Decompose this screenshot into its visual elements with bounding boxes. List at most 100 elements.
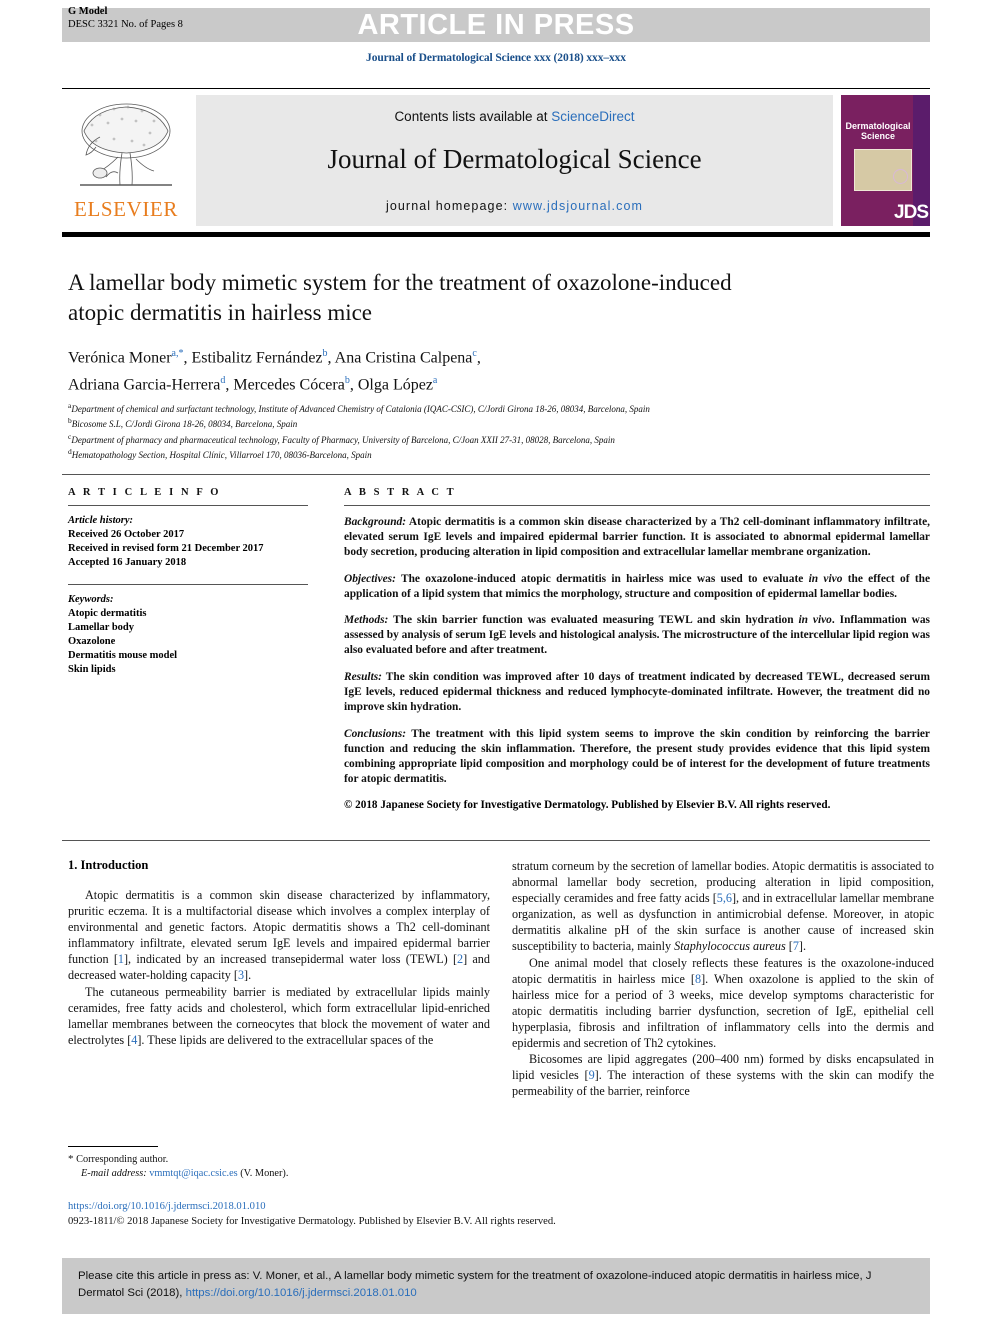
footnote-block: * Corresponding author. E-mail address: … [68, 1152, 498, 1181]
affiliation-item: bBicosome S.L, C/Jordi Girona 18-26, 080… [68, 415, 930, 430]
affiliation-item: aDepartment of chemical and surfactant t… [68, 400, 930, 415]
keywords-divider [68, 584, 308, 585]
keywords-label: Keywords: [68, 594, 114, 605]
abstract-paragraph: Objectives: The oxazolone-induced atopic… [344, 572, 930, 602]
abstract-paragraph: Results: The skin condition was improved… [344, 670, 930, 715]
sciencedirect-link[interactable]: ScienceDirect [551, 109, 634, 124]
affiliation-text: Bicosome S.L, C/Jordi Girona 18-26, 0803… [71, 419, 298, 430]
article-info-divider [68, 505, 308, 506]
affiliation-text: Department of pharmacy and pharmaceutica… [71, 434, 615, 445]
history-item: Received 26 October 2017 [68, 529, 185, 540]
keyword-item: Oxazolone [68, 636, 116, 647]
article-history-label: Article history: [68, 515, 134, 526]
body-column-left: 1. Introduction Atopic dermatitis is a c… [68, 858, 490, 1048]
author-sup[interactable]: a,* [172, 348, 184, 359]
body-top-rule [62, 840, 930, 841]
paragraph-text: stratum corneum by the secretion of lame… [512, 859, 934, 954]
paper-page: ARTICLE IN PRESS G Model DESC 3321 No. o… [0, 0, 992, 1323]
abstract-text: The skin condition was improved after 10… [344, 670, 930, 714]
body-paragraph: One animal model that closely reflects t… [512, 955, 934, 1052]
journal-homepage-line: journal homepage: www.jdsjournal.com [196, 199, 833, 213]
cover-acronym: JDS [894, 202, 929, 223]
abstract-text: Atopic dermatitis is a common skin disea… [344, 516, 930, 559]
abstract-label: Background: [344, 516, 407, 528]
journal-homepage-link[interactable]: www.jdsjournal.com [513, 199, 643, 213]
author-sup[interactable]: a [433, 375, 437, 386]
cover-logo-circle-icon [893, 169, 908, 184]
info-section-top-rule [62, 474, 930, 475]
abstract-paragraph: Methods: The skin barrier function was e… [344, 613, 930, 658]
cite-doi-link[interactable]: https://doi.org/10.1016/j.jdermsci.2018.… [186, 1287, 417, 1299]
g-model-block: G Model DESC 3321 No. of Pages 8 [68, 6, 183, 31]
author-sup[interactable]: d [220, 375, 225, 386]
affiliation-item: dHematopathology Section, Hospital Clíni… [68, 446, 930, 461]
email-link[interactable]: vmmtqt@iqac.csic.es [149, 1168, 237, 1179]
cite-text: Please cite this article in press as: V.… [78, 1268, 914, 1302]
email-label: E-mail address: [81, 1168, 147, 1179]
affiliation-text: Hematopathology Section, Hospital Clínic… [71, 450, 372, 461]
footnote-rule [68, 1146, 158, 1147]
contents-prefix: Contents lists available at [394, 109, 552, 124]
issn-copyright-line: 0923-1811/© 2018 Japanese Society for In… [68, 1215, 556, 1227]
paragraph-text: Atopic dermatitis is a common skin disea… [68, 888, 490, 983]
corresponding-author-text: Corresponding author. [76, 1154, 169, 1165]
affiliation-item: cDepartment of pharmacy and pharmaceutic… [68, 431, 930, 446]
abstract-label: Conclusions: [344, 727, 407, 740]
homepage-prefix: journal homepage: [385, 199, 513, 213]
desc-pages-label: DESC 3321 No. of Pages 8 [68, 18, 183, 30]
section-heading-introduction: 1. Introduction [68, 858, 149, 872]
affiliation-text: Department of chemical and surfactant te… [71, 404, 650, 414]
paragraph-text: Bicosomes are lipid aggregates (200–400 … [512, 1052, 935, 1099]
history-item: Accepted 16 January 2018 [68, 557, 187, 568]
author-name: Mercedes Cócera [233, 376, 345, 394]
author-sup[interactable]: b [345, 375, 350, 386]
body-paragraph: Bicosomes are lipid aggregates (200–400 … [512, 1051, 934, 1099]
author-name: Adriana Garcia-Herrera [68, 376, 221, 394]
email-owner: (V. Moner). [240, 1168, 289, 1179]
page-title: A lamellar body mimetic system for the t… [68, 270, 732, 325]
corresponding-marker: * [68, 1153, 74, 1165]
abstract-copyright: © 2018 Japanese Society for Investigativ… [344, 799, 831, 812]
cite-this-article-box: Please cite this article in press as: V.… [62, 1258, 930, 1314]
article-info-column: A R T I C L E I N F O Article history: R… [68, 487, 308, 677]
elsevier-tree-icon [80, 103, 172, 186]
elsevier-wordmark: ELSEVIER [74, 197, 178, 221]
abstract-paragraph: Conclusions: The treatment with this lip… [344, 727, 930, 787]
article-info-heading: A R T I C L E I N F O [68, 487, 222, 498]
contents-line: Contents lists available at ScienceDirec… [196, 109, 833, 124]
doi-link[interactable]: https://doi.org/10.1016/j.jdermsci.2018.… [68, 1200, 930, 1215]
abstract-label: Results: [344, 670, 382, 683]
author-name: Olga López [357, 376, 433, 394]
masthead-bottom-rule [62, 232, 930, 237]
keyword-item: Lamellar body [68, 622, 135, 633]
body-paragraph: The cutaneous permeability barrier is me… [68, 984, 490, 1048]
author-sup[interactable]: c [472, 348, 476, 359]
abstract-divider [344, 505, 930, 506]
article-in-press-label: ARTICLE IN PRESS [357, 9, 635, 41]
author-name: Ana Cristina Calpena [334, 349, 473, 367]
keyword-item: Atopic dermatitis [68, 608, 147, 619]
running-head: Journal of Dermatological Science xxx (2… [366, 52, 626, 64]
body-paragraph: Atopic dermatitis is a common skin disea… [68, 887, 490, 984]
journal-title: Journal of Dermatological Science [327, 144, 702, 174]
author-list: Verónica Monera,*, Estibalitz Fernándezb… [68, 348, 481, 394]
title-block: A lamellar body mimetic system for the t… [68, 268, 768, 397]
history-item: Received in revised form 21 December 201… [68, 543, 264, 554]
abstract-label: Methods: [344, 614, 389, 627]
author-name: Estibalitz Fernández [191, 349, 323, 367]
keyword-item: Dermatitis mouse model [68, 650, 178, 661]
keyword-item: Skin lipids [68, 664, 116, 675]
journal-cover-thumbnail: Dermatological Science JDS [841, 95, 930, 226]
author-name: Verónica Moner [68, 349, 172, 367]
article-history-group: Article history: Received 26 October 201… [68, 514, 308, 570]
article-in-press-banner: ARTICLE IN PRESS [62, 8, 930, 42]
affiliations-block: aDepartment of chemical and surfactant t… [68, 400, 930, 462]
corresponding-author-line: * Corresponding author. [68, 1152, 498, 1167]
cover-title: Dermatological Science [845, 121, 911, 141]
journal-masthead: ELSEVIER Contents lists available at Sci… [62, 95, 930, 226]
abstract-paragraph: Background: Atopic dermatitis is a commo… [344, 515, 930, 560]
paragraph-text: One animal model that closely reflects t… [512, 955, 934, 1051]
abstract-heading: A B S T R A C T [344, 487, 457, 498]
elsevier-logo: ELSEVIER [62, 95, 190, 226]
author-sup[interactable]: b [323, 348, 328, 359]
